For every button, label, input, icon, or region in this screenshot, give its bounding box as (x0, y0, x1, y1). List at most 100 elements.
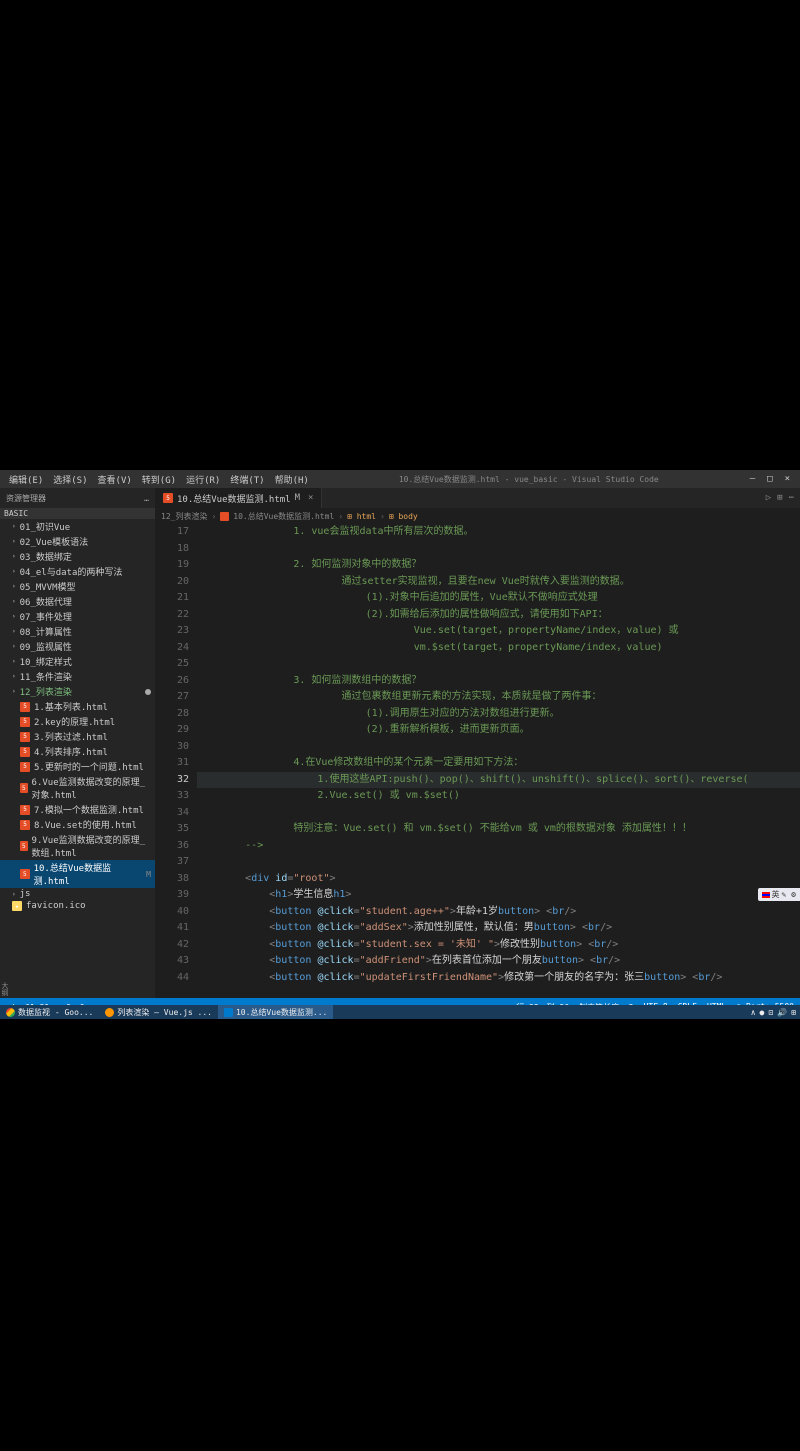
file-tree-item[interactable]: 59.Vue监测数据改变的原理_数组.html (0, 832, 155, 860)
file-tree-item[interactable]: 56.Vue监测数据改变的原理_对象.html (0, 774, 155, 802)
line-number: 41 (155, 920, 189, 937)
line-number: 36 (155, 838, 189, 855)
code-line[interactable] (197, 805, 800, 822)
menu-terminal[interactable]: 终端(T) (225, 473, 269, 486)
code-line[interactable]: (2).重新解析模板，进而更新页面。 (197, 722, 800, 739)
code-line[interactable]: <button @click="student.sex = '未知' ">修改性… (197, 937, 800, 954)
file-tree-item[interactable]: ›06_数据代理 (0, 594, 155, 609)
code-line[interactable]: <h1>学生信息h1> (197, 887, 800, 904)
code-line[interactable]: 1. vue会监视data中所有层次的数据。 (197, 524, 800, 541)
menu-help[interactable]: 帮助(H) (270, 473, 314, 486)
code-line[interactable]: 1.使用这些API:push()、pop()、shift()、unshift()… (197, 772, 800, 789)
editor-tab-bar: 资源管理器 … 5 10.总结Vue数据监测.html M × ▷ ⊞ ⋯ (0, 488, 800, 508)
tray-display-icon[interactable]: ⊡ (768, 1008, 773, 1017)
code-line[interactable]: vm.$set(target，propertyName/index，value) (197, 640, 800, 657)
maximize-button[interactable]: □ (761, 474, 778, 484)
code-line[interactable]: 通过setter实现监视，且要在new Vue时就传入要监测的数据。 (197, 574, 800, 591)
code-line[interactable]: 2.Vue.set() 或 vm.$set() (197, 788, 800, 805)
close-window-button[interactable]: × (779, 474, 796, 484)
code-line[interactable] (197, 739, 800, 756)
ime-indicator[interactable]: 英 ✎ ⚙ (758, 888, 800, 901)
menu-go[interactable]: 转到(G) (137, 473, 181, 486)
split-editor-icon[interactable]: ⊞ (777, 493, 782, 503)
system-tray[interactable]: ∧ ● ⊡ 🔊 ⊞ (751, 1008, 800, 1017)
file-label: 07_事件处理 (20, 610, 72, 623)
project-root-label[interactable]: BASIC (0, 508, 155, 519)
file-tree-item[interactable]: ›11_条件渲染 (0, 669, 155, 684)
code-line[interactable]: 通过包裹数组更新元素的方法实现，本质就是做了两件事： (197, 689, 800, 706)
file-tree-item[interactable]: 52.key的原理.html (0, 714, 155, 729)
menu-view[interactable]: 查看(V) (93, 473, 137, 486)
file-tree-item[interactable]: › 05_MVVM模型 (0, 579, 155, 594)
menu-select[interactable]: 选择(S) (48, 473, 92, 486)
file-tree-item[interactable]: ›12_列表渲染 (0, 684, 155, 699)
tray-net-icon[interactable]: ● (760, 1008, 765, 1017)
file-tree-item[interactable]: ›js (0, 888, 155, 900)
code-line[interactable] (197, 541, 800, 558)
more-actions-icon[interactable]: ⋯ (789, 493, 794, 503)
file-tree-item[interactable]: 510.总结Vue数据监测.htmlM (0, 860, 155, 888)
tray-volume-icon[interactable]: 🔊 (777, 1008, 787, 1017)
code-lines[interactable]: 1. vue会监视data中所有层次的数据。 2. 如何监测对象中的数据？ 通过… (197, 524, 800, 998)
breadcrumb-file[interactable]: 10.总结Vue数据监测.html (233, 511, 334, 522)
taskbar-item[interactable]: 列表渲染 — Vue.js ... (99, 1005, 218, 1019)
code-line[interactable]: <button @click="student.age++">年龄+1岁butt… (197, 904, 800, 921)
file-tree-item[interactable]: 54.列表排序.html (0, 744, 155, 759)
code-line[interactable]: (1).对象中后追加的属性，Vue默认不做响应式处理 (197, 590, 800, 607)
menu-run[interactable]: 运行(R) (181, 473, 225, 486)
window-title: 10.总结Vue数据监测.html - vue_basic - Visual S… (314, 474, 744, 485)
tray-expand-icon[interactable]: ∧ (751, 1008, 756, 1017)
code-line[interactable]: <button @click="addSex">添加性别属性，默认值：男butt… (197, 920, 800, 937)
file-tree-item[interactable]: ›10_绑定样式 (0, 654, 155, 669)
run-icon[interactable]: ▷ (766, 493, 771, 503)
folder-icon: › (12, 627, 16, 637)
file-tree-item[interactable]: ›09_监视属性 (0, 639, 155, 654)
minimize-button[interactable]: — (744, 474, 761, 484)
breadcrumb-element[interactable]: ⊞ html (347, 512, 376, 521)
folder-icon: › (12, 582, 16, 592)
code-line[interactable]: Vue.set(target，propertyName/index，value)… (197, 623, 800, 640)
file-tree-item[interactable]: 53.列表过滤.html (0, 729, 155, 744)
file-tree-item[interactable]: ›07_事件处理 (0, 609, 155, 624)
file-tree-item[interactable]: 57.模拟一个数据监测.html (0, 802, 155, 817)
file-label: 05_MVVM模型 (20, 580, 76, 593)
folder-icon: › (12, 522, 16, 532)
taskbar-item[interactable]: 10.总结Vue数据监测... (218, 1005, 333, 1019)
file-tree-item[interactable]: 58.Vue.set的使用.html (0, 817, 155, 832)
breadcrumb-folder[interactable]: 12_列表渲染 (161, 511, 207, 522)
code-editor[interactable]: 1718192021222324252627282930313233343536… (155, 524, 800, 998)
tray-notif-icon[interactable]: ⊞ (791, 1008, 796, 1017)
breadcrumb-element[interactable]: ⊞ body (389, 512, 418, 521)
editor-tab[interactable]: 5 10.总结Vue数据监测.html M × (155, 488, 322, 508)
file-tree-item[interactable]: ›01_初识Vue (0, 519, 155, 534)
code-line[interactable]: 特别注意：Vue.set() 和 vm.$set() 不能给vm 或 vm的根数… (197, 821, 800, 838)
code-line[interactable] (197, 656, 800, 673)
file-tree-item[interactable]: ›03_数据绑定 (0, 549, 155, 564)
file-tree-item[interactable]: ›04_el与data的两种写法 (0, 564, 155, 579)
editor-panel: 12_列表渲染 › 10.总结Vue数据监测.html › ⊞ html › ⊞… (155, 508, 800, 998)
file-tree-item[interactable]: ›02_Vue模板语法 (0, 534, 155, 549)
code-line[interactable]: 3. 如何监测数组中的数据？ (197, 673, 800, 690)
line-number: 37 (155, 854, 189, 871)
code-line[interactable]: 4.在Vue修改数组中的某个元素一定要用如下方法： (197, 755, 800, 772)
code-line[interactable]: (1).调用原生对应的方法对数组进行更新。 (197, 706, 800, 723)
file-tree-item[interactable]: ›08_计算属性 (0, 624, 155, 639)
code-line[interactable]: <button @click="updateFirstFriendName">修… (197, 970, 800, 987)
code-line[interactable]: 2. 如何监测对象中的数据？ (197, 557, 800, 574)
file-tree-item[interactable]: ★favicon.ico (0, 900, 155, 912)
file-tree-item[interactable]: 55.更新时的一个问题.html (0, 759, 155, 774)
sidebar-more-icon[interactable]: … (144, 494, 149, 503)
file-tree-item[interactable]: 51.基本列表.html (0, 699, 155, 714)
code-line[interactable]: <div id="root"> (197, 871, 800, 888)
taskbar-item[interactable]: 数据监视 - Goo... (0, 1005, 99, 1019)
tab-close-icon[interactable]: × (308, 493, 313, 503)
modified-dot-icon (145, 689, 151, 695)
line-number: 42 (155, 937, 189, 954)
code-line[interactable]: (2).如需给后添加的属性做响应式，请使用如下API： (197, 607, 800, 624)
outline-label[interactable]: 大纲 (0, 982, 10, 996)
code-line[interactable]: --> (197, 838, 800, 855)
breadcrumbs[interactable]: 12_列表渲染 › 10.总结Vue数据监测.html › ⊞ html › ⊞… (155, 508, 800, 524)
code-line[interactable] (197, 854, 800, 871)
code-line[interactable]: <button @click="addFriend">在列表首位添加一个朋友bu… (197, 953, 800, 970)
menu-edit[interactable]: 编辑(E) (4, 473, 48, 486)
